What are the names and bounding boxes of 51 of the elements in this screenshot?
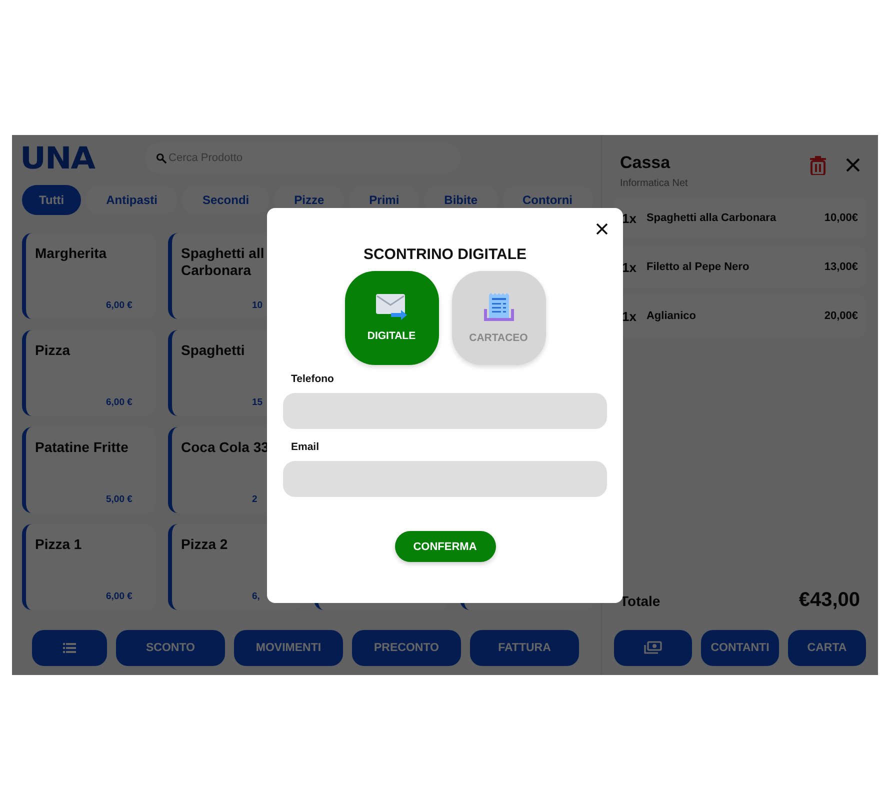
dialog-title: SCONTRINO DIGITALE: [363, 246, 527, 263]
item-price: 13,00€: [824, 261, 858, 273]
envelope-icon: [376, 294, 408, 321]
action-button[interactable]: FATTURA: [470, 630, 579, 666]
product-name: Pizza: [35, 342, 72, 359]
product-name: Margherita: [35, 245, 108, 262]
action-button[interactable]: SCONTO: [116, 630, 225, 666]
total-amount: €43,00: [798, 589, 860, 612]
action-button[interactable]: PRECONTO: [352, 630, 461, 666]
input-field[interactable]: [283, 393, 607, 429]
product-name: Spaghetti: [181, 342, 246, 359]
product-name: Spaghetti all Carbonara: [181, 245, 266, 279]
item-quantity: 1x: [622, 210, 636, 226]
item-name: Filetto al Pepe Nero: [646, 261, 750, 273]
action-button[interactable]: MOVIMENTI: [234, 630, 343, 666]
product-name: Patatine Fritte: [35, 439, 130, 456]
category-tab[interactable]: Tutti: [22, 185, 82, 215]
receipt-option[interactable]: DIGITALE: [344, 271, 438, 365]
confirm-button[interactable]: CONFERMA: [394, 531, 496, 562]
item-price: 10,00€: [824, 212, 858, 224]
logo: UNA: [20, 140, 95, 176]
cash-button[interactable]: [614, 630, 692, 666]
input-field[interactable]: [283, 461, 607, 497]
trash-icon[interactable]: [810, 156, 826, 175]
item-quantity: 1x: [622, 260, 636, 274]
product-price: 10: [252, 300, 264, 311]
product-name: Pizza 2: [181, 536, 229, 553]
cash-icon: [644, 641, 662, 654]
product-price: 5,00 €: [106, 494, 134, 505]
product-price: 15: [252, 397, 264, 408]
payment-button[interactable]: CARTA: [788, 630, 866, 666]
product-name: Pizza 1: [35, 536, 83, 553]
receipt-option[interactable]: CARTACEO: [452, 271, 546, 365]
product-price: 6,00 €: [106, 397, 134, 408]
list-icon: [63, 642, 76, 652]
item-name: Aglianico: [646, 310, 697, 322]
payment-button[interactable]: CONTANTI: [701, 630, 779, 666]
product-price: 6,00 €: [106, 591, 134, 602]
receipt-icon: [484, 292, 514, 322]
cart-title: Cassa: [620, 153, 672, 173]
search-icon: [156, 153, 167, 164]
product-price: 6,00 €: [106, 300, 134, 311]
item-name: Spaghetti alla Carbonara: [646, 212, 778, 224]
item-quantity: 1x: [622, 308, 636, 324]
item-price: 20,00€: [824, 310, 858, 322]
list-button[interactable]: [32, 630, 107, 666]
total-label: Totale: [620, 592, 660, 608]
cart-subtitle: Informatica Net: [620, 178, 689, 189]
product-price: 2: [252, 494, 258, 505]
close-icon[interactable]: [596, 223, 608, 235]
product-price: 6,: [252, 591, 261, 602]
